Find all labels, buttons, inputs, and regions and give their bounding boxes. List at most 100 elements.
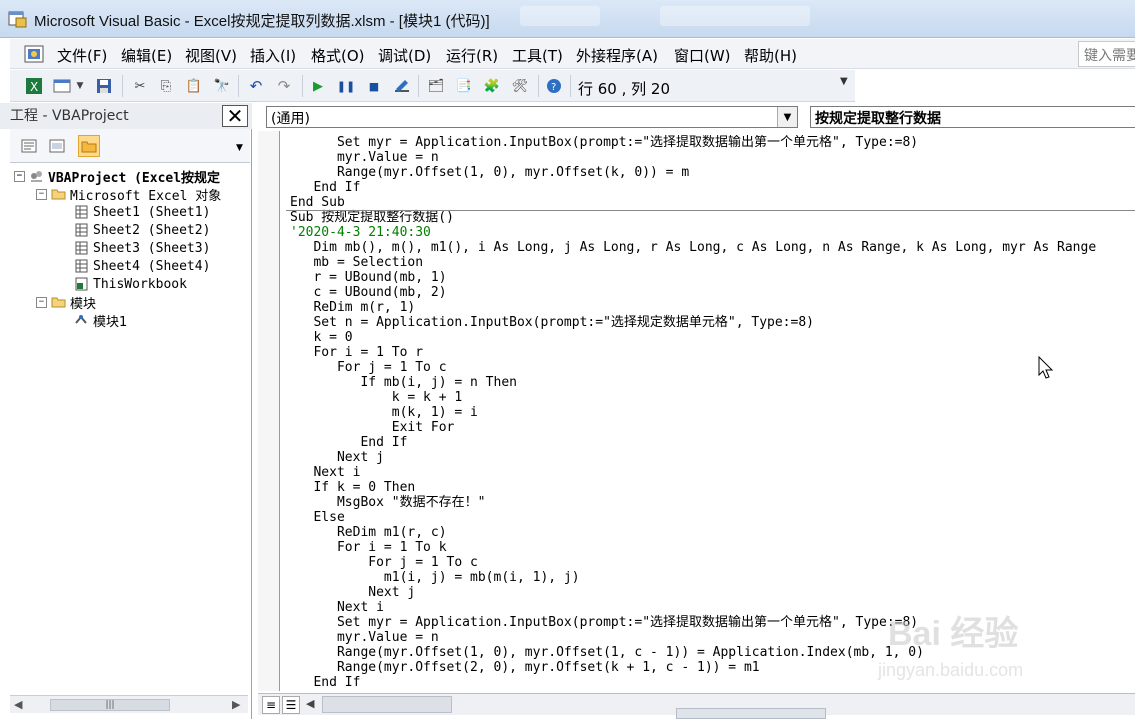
- help-search-input[interactable]: 键入需要: [1078, 41, 1135, 67]
- procedure-view-icon[interactable]: ≡: [262, 696, 280, 714]
- code-line[interactable]: For i = 1 To r: [290, 345, 423, 360]
- code-line[interactable]: Next i: [290, 600, 384, 615]
- code-line[interactable]: Sub 按规定提取整行数据(): [290, 210, 454, 225]
- toolbox-icon[interactable]: 🛠: [510, 76, 530, 96]
- code-line[interactable]: ReDim m1(r, c): [290, 525, 447, 540]
- code-line[interactable]: End If: [290, 180, 360, 195]
- project-horizontal-scrollbar[interactable]: ◀ ||| ▶: [10, 695, 248, 713]
- redo-icon[interactable]: ↷: [274, 76, 294, 96]
- code-line[interactable]: Next j: [290, 450, 384, 465]
- code-line[interactable]: m(k, 1) = i: [290, 405, 478, 420]
- tree-node-sheet4[interactable]: Sheet4 (Sheet4): [74, 257, 210, 275]
- code-line[interactable]: c = UBound(mb, 2): [290, 285, 446, 300]
- code-line[interactable]: Dim mb(), m(), m1(), i As Long, j As Lon…: [290, 240, 1096, 255]
- tree-node-sheet2[interactable]: Sheet2 (Sheet2): [74, 221, 210, 239]
- menu-help[interactable]: 帮助(H): [744, 45, 797, 66]
- code-line[interactable]: Set n = Application.InputBox(prompt:="选择…: [290, 315, 814, 330]
- undo-icon[interactable]: ↶: [246, 76, 266, 96]
- toolbar-options-icon[interactable]: ▼: [840, 76, 852, 98]
- tree-node-module1[interactable]: 模块1: [74, 310, 128, 330]
- code-line[interactable]: mb = Selection: [290, 255, 423, 270]
- break-icon[interactable]: ❚❚: [336, 76, 356, 96]
- toggle-folders-icon[interactable]: [78, 135, 100, 157]
- help-icon[interactable]: ?: [544, 76, 564, 96]
- find-icon[interactable]: 🔭: [212, 76, 232, 96]
- procedure-combo[interactable]: 按规定提取整行数据: [810, 106, 1135, 128]
- tree-label: ThisWorkbook: [93, 276, 187, 292]
- code-line[interactable]: Exit For: [290, 420, 455, 435]
- menu-window[interactable]: 窗口(W): [674, 45, 731, 66]
- copy-icon[interactable]: ⎘: [156, 76, 176, 96]
- object-browser-icon[interactable]: 🧩: [482, 76, 502, 96]
- tree-node-thisworkbook[interactable]: ThisWorkbook: [74, 275, 187, 293]
- code-line[interactable]: MsgBox "数据不存在！": [290, 495, 485, 510]
- menu-edit[interactable]: 编辑(E): [121, 45, 172, 66]
- code-line[interactable]: Range(myr.Offset(2, 0), myr.Offset(k + 1…: [290, 660, 760, 675]
- view-excel-icon[interactable]: X: [24, 76, 44, 96]
- code-margin[interactable]: [258, 131, 280, 691]
- save-icon[interactable]: [94, 76, 114, 96]
- tree-node-sheet3[interactable]: Sheet3 (Sheet3): [74, 239, 210, 257]
- menu-tools[interactable]: 工具(T): [512, 45, 563, 66]
- scroll-thumb[interactable]: [322, 696, 452, 713]
- code-line[interactable]: For i = 1 To k: [290, 540, 447, 555]
- code-line[interactable]: myr.Value = n: [290, 150, 439, 165]
- chevron-down-icon[interactable]: ▼: [777, 107, 797, 127]
- tree-node-sheet1[interactable]: Sheet1 (Sheet1): [74, 203, 210, 221]
- view-code-icon[interactable]: [18, 135, 40, 157]
- tree-node-modules[interactable]: − 模块: [36, 293, 96, 312]
- cut-icon[interactable]: ✂: [130, 76, 150, 96]
- run-icon[interactable]: ▶: [308, 76, 328, 96]
- excel-view-icon[interactable]: [22, 43, 46, 65]
- code-line[interactable]: End Sub: [290, 195, 345, 210]
- design-mode-icon[interactable]: [392, 76, 412, 96]
- scroll-left-icon[interactable]: ◀: [14, 698, 22, 711]
- code-line[interactable]: Range(myr.Offset(1, 0), myr.Offset(1, c …: [290, 645, 924, 660]
- dropdown-arrow-icon[interactable]: ▼: [74, 76, 86, 96]
- code-line[interactable]: k = 0: [290, 330, 352, 345]
- scroll-right-icon[interactable]: ▶: [232, 698, 240, 711]
- paste-icon[interactable]: 📋: [184, 76, 204, 96]
- object-combo[interactable]: (通用) ▼: [266, 106, 798, 128]
- tree-node-excel-objects[interactable]: − Microsoft Excel 对象: [36, 185, 221, 204]
- code-line[interactable]: End If: [290, 675, 360, 690]
- properties-window-icon[interactable]: 📑: [454, 76, 474, 96]
- menu-addins[interactable]: 外接程序(A): [576, 45, 658, 66]
- reset-icon[interactable]: ■: [364, 76, 384, 96]
- code-line[interactable]: ReDim m(r, 1): [290, 300, 415, 315]
- code-line[interactable]: Else: [290, 510, 344, 525]
- project-explorer-icon[interactable]: 🗂: [426, 76, 446, 96]
- menu-file[interactable]: 文件(F): [57, 45, 107, 66]
- tree-node-vbaproject[interactable]: − VBAProject (Excel按规定: [14, 167, 220, 186]
- code-line[interactable]: m1(i, j) = mb(m(i, 1), j): [290, 570, 580, 585]
- code-line[interactable]: Next i: [290, 465, 360, 480]
- code-line[interactable]: myr.Value = n: [290, 630, 439, 645]
- code-line[interactable]: Range(myr.Offset(1, 0), myr.Offset(k, 0)…: [290, 165, 689, 180]
- code-line[interactable]: For j = 1 To c: [290, 360, 447, 375]
- menu-format[interactable]: 格式(O): [311, 45, 365, 66]
- scroll-left-icon[interactable]: ◀: [306, 697, 314, 710]
- code-line[interactable]: Set myr = Application.InputBox(prompt:="…: [290, 615, 918, 630]
- code-line[interactable]: If mb(i, j) = n Then: [290, 375, 517, 390]
- insert-userform-icon[interactable]: [52, 76, 72, 96]
- code-line[interactable]: Set myr = Application.InputBox(prompt:="…: [290, 135, 918, 150]
- code-line[interactable]: If k = 0 Then: [290, 480, 415, 495]
- menu-view[interactable]: 视图(V): [185, 45, 237, 66]
- code-line[interactable]: k = k + 1: [290, 390, 462, 405]
- menu-run[interactable]: 运行(R): [446, 45, 498, 66]
- toolbar-options-icon[interactable]: ▼: [236, 143, 243, 153]
- close-pane-button[interactable]: ✕: [222, 104, 248, 128]
- code-line[interactable]: For j = 1 To c: [290, 555, 478, 570]
- scroll-thumb[interactable]: |||: [50, 699, 170, 711]
- collapse-icon[interactable]: −: [36, 188, 47, 200]
- code-line[interactable]: '2020-4-3 21:40:30: [290, 225, 431, 240]
- collapse-icon[interactable]: −: [36, 296, 47, 308]
- code-line[interactable]: End If: [290, 435, 407, 450]
- menu-debug[interactable]: 调试(D): [378, 45, 431, 66]
- menu-insert[interactable]: 插入(I): [250, 45, 296, 66]
- view-object-icon[interactable]: [46, 135, 68, 157]
- full-module-view-icon[interactable]: ☰: [282, 696, 300, 714]
- code-line[interactable]: r = UBound(mb, 1): [290, 270, 446, 285]
- collapse-icon[interactable]: −: [14, 170, 25, 182]
- code-line[interactable]: Next j: [290, 585, 415, 600]
